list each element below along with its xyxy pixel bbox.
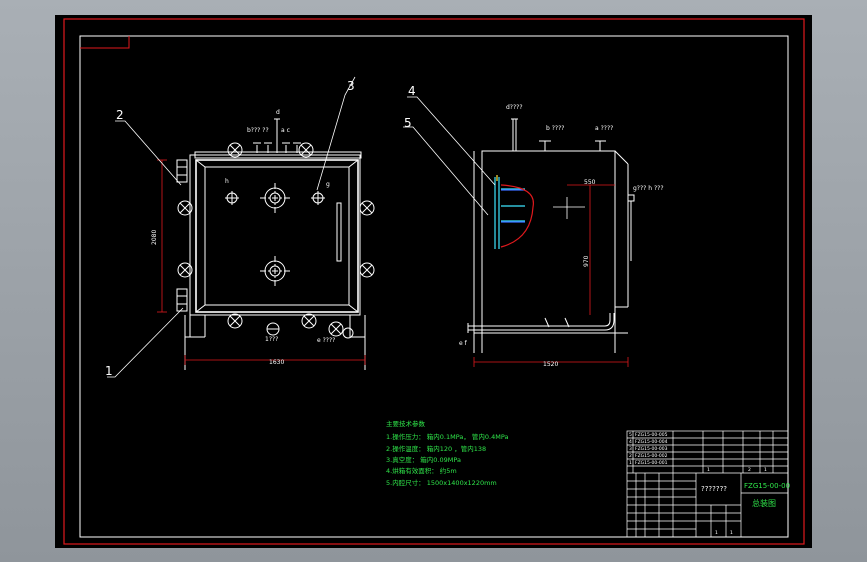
label-b: b??? ?? — [247, 127, 269, 134]
right-leaders — [403, 96, 496, 216]
small-num: 1 — [715, 530, 718, 536]
notes-line: 5.内腔尺寸： 1500x1400x1220mm — [386, 478, 497, 487]
callout-3: 3 — [347, 79, 355, 93]
left-leaders — [107, 76, 356, 378]
dim-2080: 2080 — [151, 230, 158, 245]
right-dimensions — [473, 184, 629, 367]
notes-line: 4.烘箱有效面积： 约5m — [386, 466, 457, 475]
notes-line: 2.操作温度： 箱内120 ，管内138 — [386, 444, 486, 453]
label-a-right: a ???? — [595, 125, 613, 132]
part-no: 4 — [629, 439, 632, 445]
drawing-number: FZG15-00-00 — [744, 482, 790, 490]
heater-plate — [494, 175, 534, 249]
title-placeholder: ??????? — [701, 485, 727, 493]
technical-notes: 主要技术参数 1.操作压力： 箱内0.1MPa， 管内0.4MPa 2.操作温度… — [386, 419, 508, 487]
label-d: d — [276, 109, 280, 116]
dim-1630: 1630 — [269, 359, 284, 366]
label-d-right: d???? — [506, 104, 523, 111]
callout-5: 5 — [404, 116, 412, 130]
drawing-name: 总装图 — [752, 498, 776, 508]
label-gh-right: g??? h ??? — [633, 185, 664, 192]
notes-title: 主要技术参数 — [386, 419, 426, 428]
part-no: 3 — [629, 446, 632, 452]
left-door-frame — [195, 159, 359, 313]
dim-1520: 1520 — [543, 361, 558, 368]
part-no: 2 — [629, 453, 632, 459]
right-view — [467, 118, 635, 353]
label-b-right: b ???? — [546, 125, 564, 132]
part-code: FZG15-00-002 — [635, 453, 668, 459]
outer-frame — [63, 18, 805, 545]
part-code: FZG15-00-001 — [635, 460, 668, 466]
door-handle — [336, 202, 342, 262]
part-no: 5 — [629, 432, 632, 438]
callout-1: 1 — [105, 364, 113, 378]
cad-drawing: 2 3 1 d b??? ?? a c h g 1??? e ???? 1630… — [63, 18, 805, 545]
callout-4: 4 — [408, 84, 416, 98]
label-ef-right: e f — [459, 340, 468, 347]
corner-mark — [80, 36, 130, 49]
left-view — [176, 118, 375, 370]
small-num: 1 — [730, 530, 733, 536]
part-code: FZG15-00-004 — [635, 439, 668, 445]
cad-viewport[interactable]: 2 3 1 d b??? ?? a c h g 1??? e ???? 1630… — [55, 15, 812, 548]
row-number: 1 — [707, 467, 710, 473]
dim-550: 550 — [584, 179, 596, 186]
part-code: FZG15-00-003 — [635, 446, 668, 452]
left-hinge-top — [176, 159, 188, 183]
label-bottom: 1??? — [265, 336, 278, 343]
notes-line: 1.操作压力： 箱内0.1MPa， 管内0.4MPa — [386, 432, 508, 441]
label-h: h — [225, 178, 229, 185]
part-no: 1 — [629, 460, 632, 466]
left-dimensions — [157, 159, 366, 365]
label-ac: a c — [281, 127, 290, 134]
callout-2: 2 — [116, 108, 124, 122]
row-number: 1 — [764, 467, 767, 473]
label-g: g — [326, 181, 330, 188]
label-bottom-right: e ???? — [317, 337, 335, 344]
dim-970: 970 — [583, 255, 590, 267]
part-code: FZG15-00-005 — [635, 432, 668, 438]
left-body-outer — [189, 154, 361, 316]
left-hinge-bottom — [176, 288, 188, 312]
notes-line: 3.真空度： 箱内0.09MPa — [386, 455, 461, 464]
row-number: 2 — [748, 467, 751, 473]
